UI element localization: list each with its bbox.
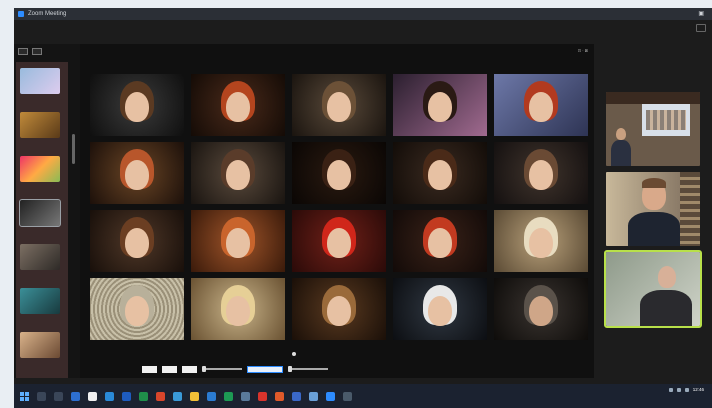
filmstrip — [16, 62, 68, 378]
viewer-control-1[interactable] — [142, 365, 157, 373]
portrait-photo[interactable] — [494, 278, 588, 340]
app-icon[interactable] — [292, 391, 301, 401]
battery-icon[interactable] — [684, 388, 689, 392]
network-icon[interactable] — [668, 388, 673, 392]
app-icon[interactable] — [275, 391, 284, 401]
participant-tile-room[interactable] — [606, 92, 700, 166]
portrait-photo[interactable] — [292, 142, 386, 204]
portrait-photo[interactable] — [292, 278, 386, 340]
viewer-slider-2[interactable] — [288, 366, 328, 372]
participant-tile-2[interactable] — [606, 172, 700, 246]
portrait-photo[interactable] — [393, 210, 487, 272]
filmstrip-thumbnail[interactable] — [20, 244, 60, 270]
app-icon[interactable] — [343, 391, 352, 401]
photo-grid — [90, 74, 588, 352]
windows-start-icon[interactable] — [20, 391, 29, 401]
portrait-photo[interactable] — [494, 210, 588, 272]
title-bar: Zoom Meeting ▣ — [14, 8, 712, 20]
system-tray: 12:46 — [668, 387, 704, 393]
portrait-photo[interactable] — [292, 210, 386, 272]
participant-body — [640, 290, 692, 326]
filmstrip-thumbnail[interactable] — [20, 68, 60, 94]
app-icon[interactable] — [88, 391, 97, 401]
taskbar-clock[interactable]: 12:46 — [693, 387, 704, 393]
viewer-top-controls[interactable]: ⊡ · ⊠ — [578, 48, 588, 53]
app-icon[interactable] — [241, 391, 250, 401]
filmstrip-scrollbar[interactable] — [72, 134, 75, 164]
participant-body — [628, 212, 680, 246]
participant-body — [611, 140, 631, 166]
bookshelf — [680, 172, 700, 246]
app-icon[interactable] — [207, 391, 216, 401]
app-icon[interactable] — [224, 391, 233, 401]
window-controls[interactable]: ▣ — [698, 10, 704, 17]
filmstrip-thumbnail[interactable] — [20, 288, 60, 314]
projection-screen — [642, 104, 690, 136]
app-icon[interactable] — [122, 391, 131, 401]
collapse-toolbar-button[interactable] — [292, 352, 296, 356]
app-icon[interactable] — [258, 391, 267, 401]
filmstrip-button-2[interactable] — [32, 48, 42, 55]
viewer-select[interactable] — [247, 365, 283, 373]
windows-taskbar: 12:46 — [14, 384, 712, 408]
viewer-slider-1[interactable] — [202, 366, 242, 372]
search-icon[interactable] — [37, 391, 46, 401]
clock-time: 12:46 — [692, 387, 704, 392]
filmstrip-thumbnail[interactable] — [20, 156, 60, 182]
portrait-photo[interactable] — [191, 74, 285, 136]
app-icon[interactable] — [105, 391, 114, 401]
portrait-photo[interactable] — [90, 74, 184, 136]
portrait-photo[interactable] — [90, 278, 184, 340]
viewer-control-2[interactable] — [162, 365, 177, 373]
shared-screen: ⊡ · ⊠ — [14, 44, 594, 378]
zoom-meeting-window: Zoom Meeting ▣ ⊡ · ⊠ — [14, 8, 712, 384]
app-icon[interactable] — [139, 391, 148, 401]
portrait-photo[interactable] — [393, 74, 487, 136]
filmstrip-thumbnail-selected[interactable] — [19, 199, 61, 227]
portrait-photo[interactable] — [393, 278, 487, 340]
app-icon[interactable] — [156, 391, 165, 401]
portrait-photo[interactable] — [494, 74, 588, 136]
zoom-icon[interactable] — [326, 391, 335, 401]
portrait-photo[interactable] — [191, 142, 285, 204]
room-ceiling — [606, 92, 700, 104]
app-icon[interactable] — [309, 391, 318, 401]
filmstrip-button-1[interactable] — [18, 48, 28, 55]
view-button[interactable] — [696, 24, 706, 32]
filmstrip-buttons — [18, 48, 42, 55]
viewer-control-3[interactable] — [182, 365, 197, 373]
window-title: Zoom Meeting — [28, 11, 67, 17]
portrait-photo[interactable] — [90, 210, 184, 272]
participant-hair — [642, 178, 666, 188]
app-icon[interactable] — [71, 391, 80, 401]
participant-head — [616, 128, 626, 140]
participant-head — [658, 266, 676, 288]
participant-tile-active-speaker[interactable] — [604, 250, 702, 328]
zoom-icon — [18, 11, 24, 17]
filmstrip-panel — [14, 44, 80, 378]
filmstrip-thumbnail[interactable] — [20, 332, 60, 358]
app-icon[interactable] — [190, 391, 199, 401]
portrait-photo[interactable] — [292, 74, 386, 136]
volume-icon[interactable] — [676, 388, 681, 392]
app-icon[interactable] — [173, 391, 182, 401]
portrait-photo[interactable] — [393, 142, 487, 204]
portrait-photo[interactable] — [494, 142, 588, 204]
portrait-photo[interactable] — [191, 210, 285, 272]
portrait-photo[interactable] — [191, 278, 285, 340]
portrait-photo[interactable] — [90, 142, 184, 204]
filmstrip-thumbnail[interactable] — [20, 112, 60, 138]
task-view-icon[interactable] — [54, 391, 63, 401]
viewer-toolbar — [14, 362, 594, 376]
